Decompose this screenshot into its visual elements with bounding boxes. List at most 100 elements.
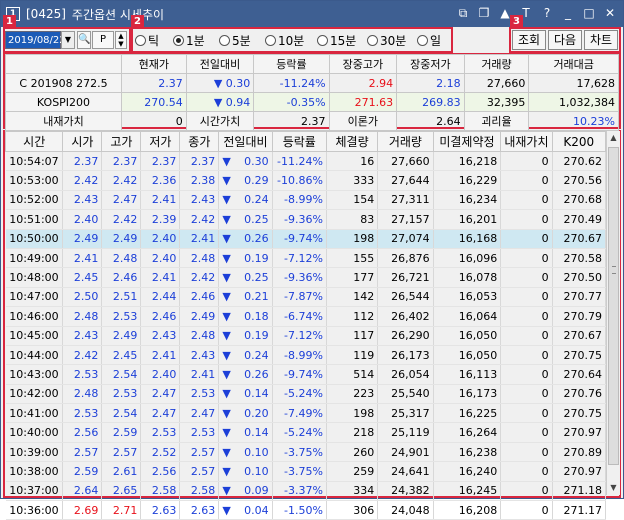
table-row[interactable]: 10:50:00 2.49 2.49 2.40 2.41 ▼ 0.26 -9.74% 198 2… (5, 229, 607, 249)
table-cell: 0 (500, 403, 553, 424)
table-cell: 2.42 (179, 209, 220, 230)
table-row[interactable]: 10:38:00 2.59 2.61 2.56 2.57 ▼ 0.10 -3.75% 259 2… (5, 461, 607, 482)
table-row[interactable]: 10:53:00 2.42 2.42 2.36 2.38 ▼ 0.29 -10.86% 333… (5, 170, 607, 191)
table-cell: 16,245 (433, 481, 502, 502)
table-cell: 10:48:00 (5, 267, 64, 288)
change-cell: ▼ 0.25 (218, 209, 273, 230)
vertical-scrollbar[interactable]: ▲ ▼ (606, 131, 620, 495)
column-header[interactable]: 내재가치 (500, 131, 553, 152)
column-header[interactable]: 체결량 (325, 131, 379, 152)
copy-icon[interactable]: ❐ (477, 5, 491, 21)
table-cell: 16 (326, 151, 379, 172)
table-cell: 2.44 (140, 287, 181, 308)
table-cell: 2.37 (179, 151, 220, 172)
table-cell: 10:54:07 (5, 151, 64, 172)
title-bar[interactable]: 1 [0425] 주간옵션 시세추이 ⧉ ❐ ▲ T ? _ □ ✕ (1, 1, 623, 27)
column-header[interactable]: 저가 (140, 131, 181, 152)
table-cell: 10:52:00 (5, 190, 64, 211)
column-header[interactable]: 종가 (179, 131, 220, 152)
table-row[interactable]: 10:39:00 2.57 2.57 2.52 2.57 ▼ 0.10 -3.75% 260 2… (5, 442, 607, 463)
change-value: 0.24 (244, 348, 269, 362)
time-value: 2.37 (253, 111, 330, 131)
maximize-icon[interactable]: □ (582, 5, 596, 21)
table-cell: 27,157 (377, 209, 434, 230)
table-row[interactable]: 10:46:00 2.48 2.53 2.46 2.49 ▼ 0.18 -6.74% 112 2… (5, 306, 607, 327)
table-row[interactable]: 10:49:00 2.41 2.48 2.40 2.48 ▼ 0.19 -7.12% 155 2… (5, 248, 607, 269)
column-header[interactable]: K200 (551, 131, 607, 152)
table-cell: 2.48 (62, 384, 103, 405)
table-row[interactable]: 10:52:00 2.43 2.47 2.41 2.43 ▼ 0.24 -8.99% 154 2… (5, 190, 607, 211)
table-cell: 16,096 (433, 248, 502, 269)
table-cell: 0 (500, 461, 553, 482)
table-cell: 16,240 (433, 461, 502, 482)
table-cell: -3.75% (272, 461, 327, 482)
change: ▼ 0.30 (185, 73, 255, 93)
table-row[interactable]: 10:42:00 2.48 2.53 2.47 2.53 ▼ 0.14 -5.24% 223 2… (5, 384, 607, 405)
help-icon[interactable]: ? (540, 5, 554, 21)
column-header[interactable]: 시간 (4, 131, 64, 152)
table-cell: 2.48 (179, 248, 220, 269)
table-cell: 271.18 (552, 481, 607, 502)
table-cell: 2.63 (179, 500, 220, 520)
table-cell: 2.40 (62, 209, 103, 230)
table-cell: 0 (500, 326, 553, 346)
table-cell: 2.48 (62, 306, 103, 327)
table-cell: 10:43:00 (5, 364, 64, 385)
table-cell: 2.59 (62, 461, 103, 482)
change-value: 0.04 (244, 503, 269, 517)
minimize-icon[interactable]: _ (561, 5, 575, 21)
index-low: 269.83 (396, 92, 465, 112)
table-row[interactable]: 10:37:00 2.64 2.65 2.58 2.58 ▼ 0.09 -3.37% 334 2… (5, 481, 607, 502)
table-cell: 2.43 (179, 345, 220, 366)
close-icon[interactable]: ✕ (603, 5, 617, 21)
table-cell: 177 (326, 267, 379, 288)
table-row[interactable]: 10:48:00 2.45 2.46 2.41 2.42 ▼ 0.25 -9.36% 177 2… (5, 267, 607, 288)
column-header[interactable]: 미결제약정 (432, 131, 502, 152)
table-cell: 2.71 (101, 500, 142, 520)
change-value: 0.29 (244, 174, 269, 188)
table-row[interactable]: 10:51:00 2.40 2.42 2.39 2.42 ▼ 0.25 -9.36% 83 27… (5, 209, 607, 230)
table-row[interactable]: 10:36:00 2.69 2.71 2.63 2.63 ▼ 0.04 -1.50% 306 2… (5, 500, 607, 520)
table-cell: 2.48 (179, 326, 220, 346)
table-cell: 10:36:00 (5, 500, 64, 520)
down-arrow-icon: ▼ (222, 212, 231, 226)
table-cell: 2.38 (179, 170, 220, 191)
table-row[interactable]: 10:40:00 2.56 2.59 2.53 2.53 ▼ 0.14 -5.24% 218 2… (5, 422, 607, 443)
table-row[interactable]: 10:54:07 2.37 2.37 2.37 2.37 ▼ 0.30 -11.24% 16 2… (5, 151, 607, 172)
table-cell: 2.41 (179, 229, 220, 249)
change-cell: ▼ 0.19 (218, 248, 273, 269)
table-row[interactable]: 10:44:00 2.42 2.45 2.41 2.43 ▼ 0.24 -8.99% 119 2… (5, 345, 607, 366)
column-header[interactable]: 시가 (62, 131, 103, 152)
column-header[interactable]: 전일대비 (218, 131, 273, 152)
down-arrow-icon: ▼ (222, 445, 231, 459)
change-cell: ▼ 0.24 (218, 190, 273, 211)
window: 1 [0425] 주간옵션 시세추이 ⧉ ❐ ▲ T ? _ □ ✕ 2019/… (0, 0, 624, 520)
current-price: 2.37 (121, 73, 187, 93)
link-icon[interactable]: ⧉ (456, 5, 470, 21)
table-cell: -3.75% (272, 442, 327, 463)
table-row[interactable]: 10:41:00 2.53 2.54 2.47 2.47 ▼ 0.20 -7.49% 198 2… (5, 403, 607, 424)
scroll-up-icon[interactable]: ▲ (607, 131, 620, 145)
table-cell: 270.75 (552, 403, 607, 424)
column-header[interactable]: 고가 (101, 131, 142, 152)
change-value: 0.21 (244, 290, 269, 304)
table-cell: -7.12% (272, 248, 327, 269)
table-cell: 0 (500, 170, 553, 191)
scroll-thumb[interactable] (608, 147, 619, 465)
table-cell: 270.58 (552, 248, 607, 269)
table-cell: 2.40 (140, 248, 181, 269)
table-row[interactable]: 10:45:00 2.43 2.49 2.43 2.48 ▼ 0.19 -7.12% 117 2… (5, 326, 607, 346)
table-cell: 27,311 (377, 190, 434, 211)
table-cell: 0 (500, 248, 553, 269)
window-title: 주간옵션 시세추이 (71, 7, 165, 22)
table-cell: 2.65 (101, 481, 142, 502)
table-cell: 10:39:00 (5, 442, 64, 463)
history-table[interactable]: 시간 시가 고가 저가 종가 전일대비 등락률 체결량 거래량 미결제약정 내재가치 K200 10:… (4, 131, 607, 520)
column-header[interactable]: 거래량 (377, 131, 434, 152)
deviation-value: 10.23% (528, 111, 619, 131)
table-row[interactable]: 10:47:00 2.50 2.51 2.44 2.46 ▼ 0.21 -7.87% 142 2… (5, 287, 607, 308)
table-row[interactable]: 10:43:00 2.53 2.54 2.40 2.41 ▼ 0.26 -9.74% 514 2… (5, 364, 607, 385)
table-cell: 0 (500, 190, 553, 211)
column-header[interactable]: 등락률 (271, 131, 327, 152)
scroll-down-icon[interactable]: ▼ (607, 481, 620, 495)
